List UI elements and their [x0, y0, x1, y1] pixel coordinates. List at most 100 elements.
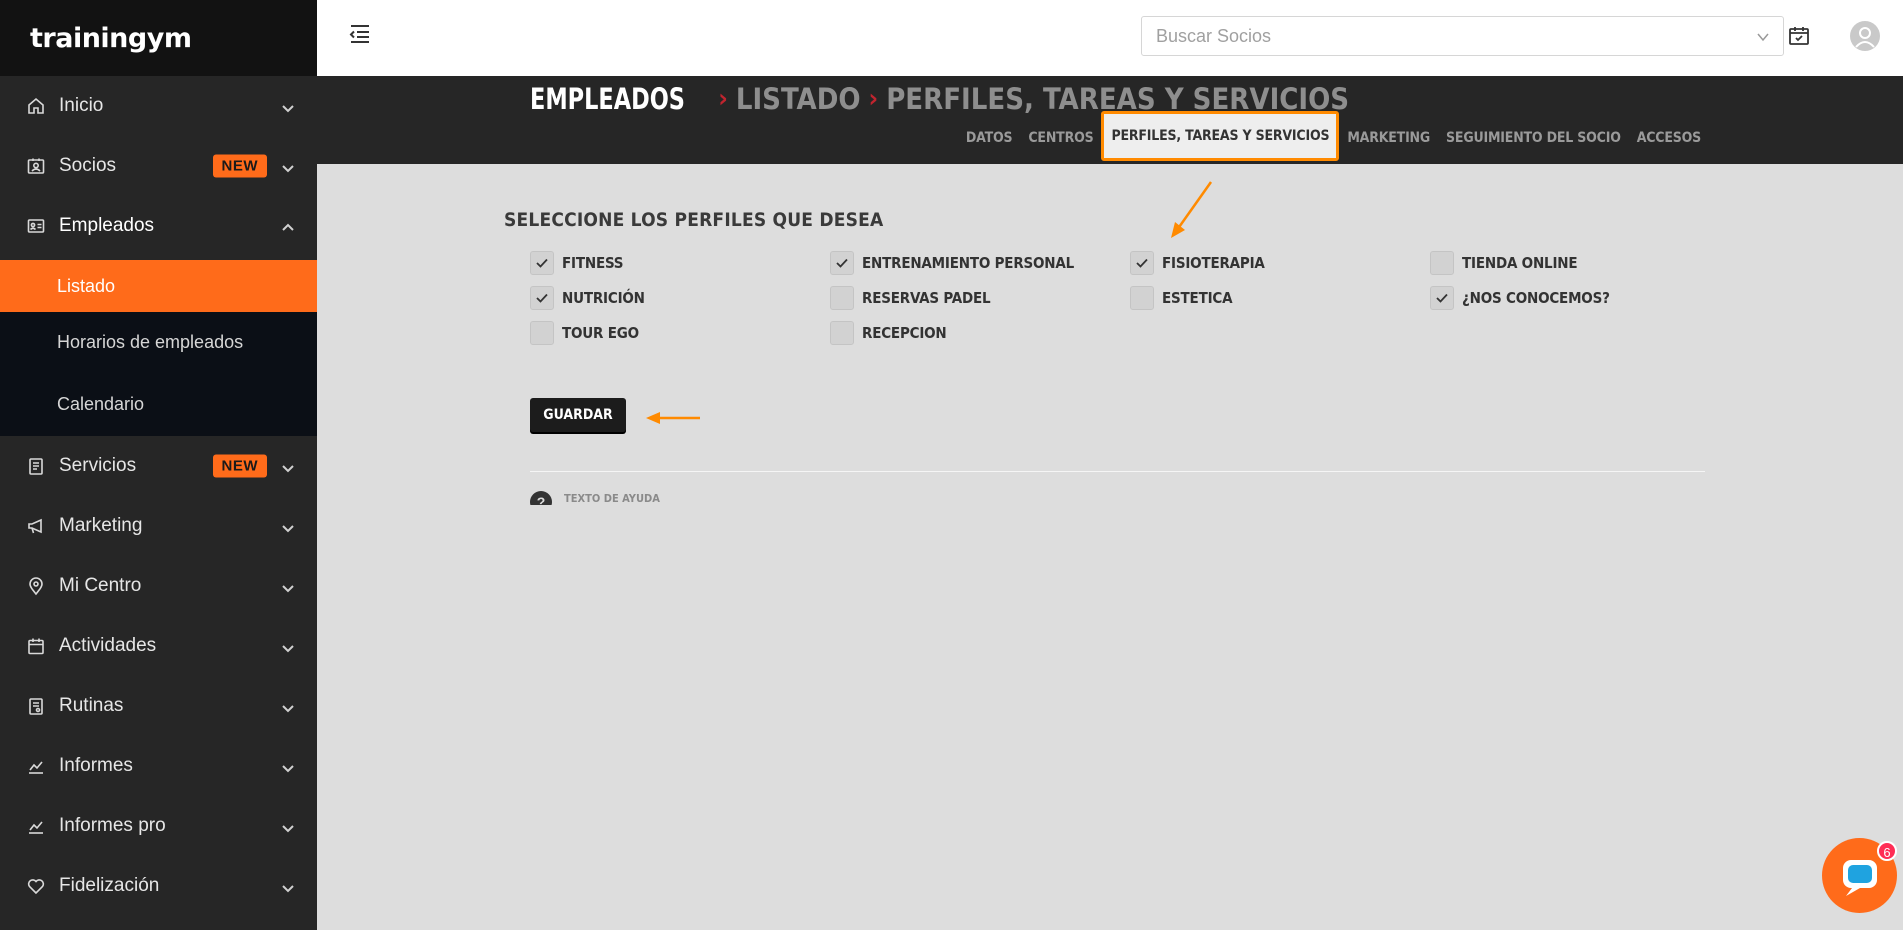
profile-option[interactable]: TOUR EGO: [530, 321, 639, 345]
sidebar-item-servicios[interactable]: Servicios NEW: [0, 436, 317, 496]
checkbox-unchecked[interactable]: [1430, 251, 1454, 275]
profile-option[interactable]: NUTRICIÓN: [530, 286, 645, 310]
profile-option[interactable]: RESERVAS PADEL: [830, 286, 991, 310]
megaphone-icon: [26, 516, 46, 536]
sidebar-item-mi-centro[interactable]: Mi Centro: [0, 556, 317, 616]
page-header: EMPLEADOS › LISTADO › PERFILES, TAREAS Y…: [317, 76, 1903, 164]
profile-option[interactable]: ¿NOS CONOCEMOS?: [1430, 286, 1610, 310]
chevron-up-icon: [281, 219, 295, 233]
sidebar-item-actividades[interactable]: Actividades: [0, 616, 317, 676]
location-pin-icon: [26, 576, 46, 596]
checkbox-checked[interactable]: [1130, 251, 1154, 275]
profile-option[interactable]: FISIOTERAPIA: [1130, 251, 1265, 275]
sidebar-item-label: Rutinas: [59, 695, 124, 716]
chevron-down-icon: [281, 759, 295, 773]
chevron-down-icon: [281, 879, 295, 893]
menu-toggle-icon[interactable]: [347, 22, 373, 46]
chart-line-icon: [26, 816, 46, 836]
chevron-down-icon: [281, 99, 295, 113]
chevron-down-icon: [281, 579, 295, 593]
checkbox-unchecked[interactable]: [830, 286, 854, 310]
sidebar: trainingym Inicio Socios NEW Empleados L…: [0, 0, 317, 930]
chevron-down-icon: [281, 159, 295, 173]
profile-option-label: FITNESS: [562, 254, 624, 272]
tab-centros[interactable]: CENTROS: [1020, 116, 1101, 160]
tab-perfiles-tareas-servicios[interactable]: PERFILES, TAREAS Y SERVICIOS: [1101, 111, 1340, 161]
logo-text: trainingym: [30, 22, 192, 54]
sidebar-item-label: Actividades: [59, 635, 157, 656]
sidebar-item-label: Empleados: [59, 215, 155, 236]
profile-option-label: TOUR EGO: [562, 324, 639, 342]
app-logo[interactable]: trainingym: [0, 0, 317, 76]
help-text: TEXTO DE AYUDA: [564, 491, 660, 505]
member-search-select[interactable]: [1141, 16, 1784, 56]
checkbox-checked[interactable]: [1430, 286, 1454, 310]
sidebar-item-fidelizacion[interactable]: Fidelización: [0, 856, 317, 916]
tab-datos[interactable]: DATOS: [958, 116, 1021, 160]
sidebar-item-rutinas[interactable]: Rutinas: [0, 676, 317, 736]
id-card-icon: [26, 216, 46, 236]
profile-option-label: TIENDA ONLINE: [1462, 254, 1578, 272]
annotation-arrow-save: [646, 412, 700, 424]
employee-tabs: DATOS CENTROS PERFILES, TAREAS Y SERVICI…: [958, 111, 1709, 161]
checkbox-checked[interactable]: [530, 286, 554, 310]
divider: [530, 471, 1705, 472]
sidebar-item-marketing[interactable]: Marketing: [0, 496, 317, 556]
profile-option-label: RECEPCION: [862, 324, 947, 342]
profile-option[interactable]: FITNESS: [530, 251, 624, 275]
sidebar-item-inicio[interactable]: Inicio: [0, 76, 317, 136]
profile-option[interactable]: RECEPCION: [830, 321, 947, 345]
tab-seguimiento-del-socio[interactable]: SEGUIMIENTO DEL SOCIO: [1438, 116, 1629, 160]
submenu-item-calendario[interactable]: Calendario: [0, 372, 317, 436]
clipboard-icon: [26, 456, 46, 476]
chevron-down-icon: [281, 459, 295, 473]
sidebar-item-label: Socios: [59, 155, 117, 176]
profile-option-label: NUTRICIÓN: [562, 289, 645, 307]
calendar-icon: [26, 636, 46, 656]
submenu-item-horarios[interactable]: Horarios de empleados: [0, 312, 317, 372]
chevron-down-icon: [281, 519, 295, 533]
help-icon-glyph: ?: [530, 491, 552, 505]
sidebar-item-empleados[interactable]: Empleados: [0, 196, 317, 256]
sidebar-item-informes[interactable]: Informes: [0, 736, 317, 796]
annotation-arrow-tab: [1171, 181, 1213, 238]
sidebar-item-label: Marketing: [59, 515, 143, 536]
tab-accesos[interactable]: ACCESOS: [1629, 116, 1709, 160]
chevron-down-icon: [1755, 29, 1771, 45]
chevron-down-icon: [281, 699, 295, 713]
checkbox-unchecked[interactable]: [830, 321, 854, 345]
routine-icon: [26, 696, 46, 716]
breadcrumb-empleados[interactable]: EMPLEADOS: [530, 82, 685, 116]
profiles-section-title: SELECCIONE LOS PERFILES QUE DESEA: [504, 209, 884, 231]
help-link[interactable]: ? TEXTO DE AYUDA: [530, 491, 660, 505]
profile-option[interactable]: TIENDA ONLINE: [1430, 251, 1578, 275]
members-icon: [26, 156, 46, 176]
new-badge: NEW: [212, 454, 267, 478]
save-button[interactable]: GUARDAR: [530, 398, 626, 432]
profile-option[interactable]: ENTRENAMIENTO PERSONAL: [830, 251, 1074, 275]
tab-marketing[interactable]: MARKETING: [1339, 116, 1438, 160]
chat-unread-badge: 6: [1877, 841, 1897, 861]
profile-option-label: ENTRENAMIENTO PERSONAL: [862, 254, 1075, 272]
checkbox-checked[interactable]: [530, 251, 554, 275]
home-icon: [26, 96, 46, 116]
checkbox-checked[interactable]: [830, 251, 854, 275]
breadcrumb-listado[interactable]: LISTADO: [736, 82, 861, 116]
submenu-item-listado[interactable]: Listado: [0, 260, 317, 312]
profile-option[interactable]: ESTETICA: [1130, 286, 1233, 310]
chevron-down-icon: [281, 639, 295, 653]
sidebar-item-informes-pro[interactable]: Informes pro: [0, 796, 317, 856]
checkbox-unchecked[interactable]: [530, 321, 554, 345]
empleados-submenu: Listado Horarios de empleados Calendario: [0, 260, 317, 436]
sidebar-item-label: Fidelización: [59, 875, 160, 896]
sidebar-item-label: Informes: [59, 755, 133, 776]
search-input[interactable]: [1142, 17, 1742, 55]
sidebar-item-socios[interactable]: Socios NEW: [0, 136, 317, 196]
breadcrumb-separator: ›: [718, 84, 728, 114]
checkbox-unchecked[interactable]: [1130, 286, 1154, 310]
sidebar-item-label: Informes pro: [59, 815, 166, 836]
profile-option-label: ¿NOS CONOCEMOS?: [1462, 289, 1610, 307]
user-avatar[interactable]: [1850, 21, 1880, 51]
calendar-check-icon[interactable]: [1787, 24, 1811, 48]
chart-line-icon: [26, 756, 46, 776]
